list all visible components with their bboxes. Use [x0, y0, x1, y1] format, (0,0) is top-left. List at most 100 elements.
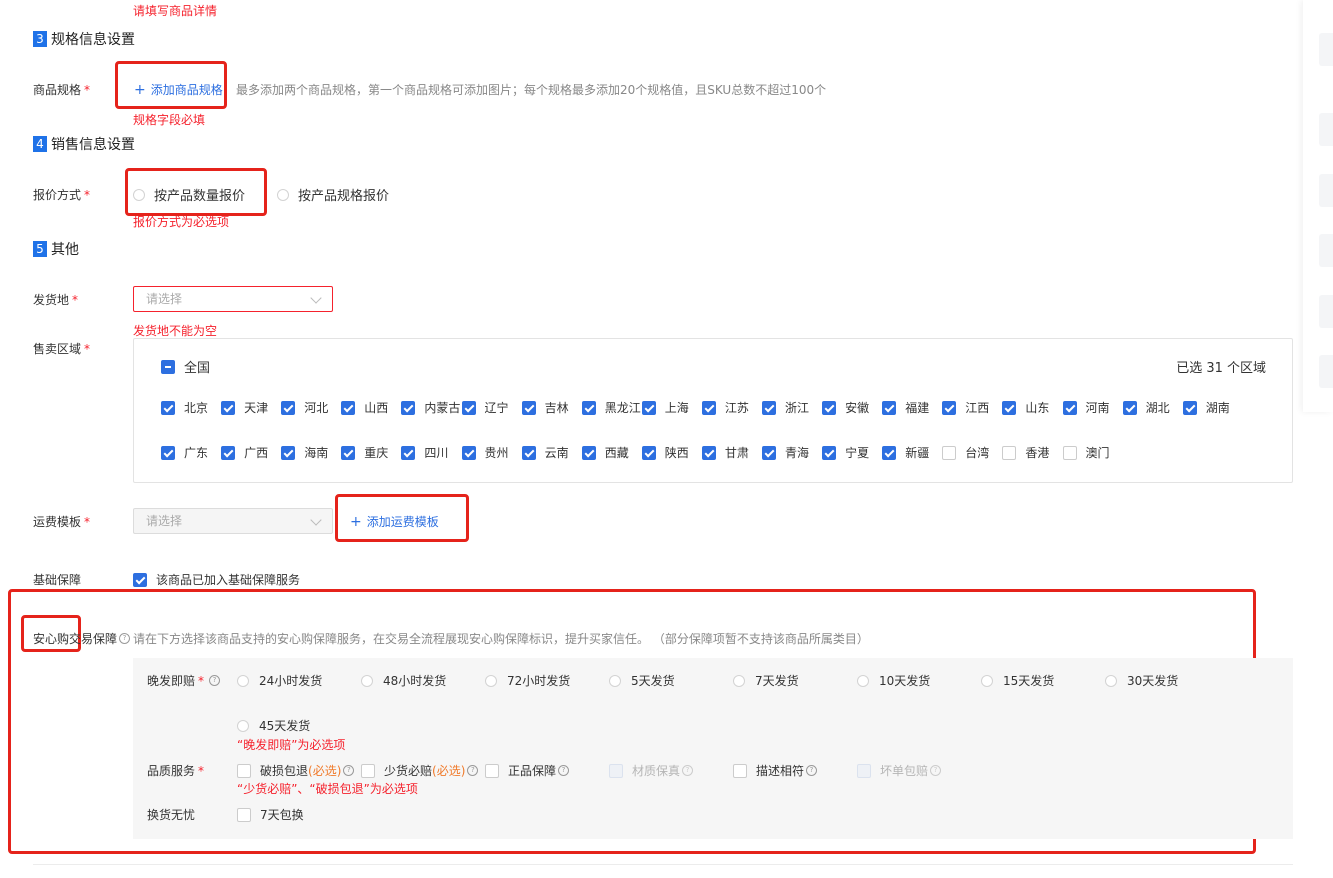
side-card — [1319, 113, 1333, 146]
region-label: 香港 — [1025, 446, 1050, 460]
region-checkbox[interactable]: 甘肃 — [701, 444, 749, 461]
region-checkbox[interactable]: 江苏 — [701, 399, 749, 416]
basic-guarantee-checkbox[interactable]: 该商品已加入基础保障服务 — [133, 571, 300, 588]
spec-error: 规格字段必填 — [133, 113, 206, 127]
radio-icon — [857, 674, 869, 687]
region-checkbox[interactable]: 四川 — [401, 444, 448, 461]
quality-option[interactable]: 破损包退 (必选)? — [237, 762, 355, 779]
region-checkbox[interactable]: 山东 — [1002, 399, 1049, 416]
question-icon[interactable]: ? — [119, 633, 131, 644]
region-label: 四川 — [424, 446, 449, 460]
quality-option[interactable]: 描述相符? — [733, 762, 818, 779]
region-label: 吉林 — [544, 401, 569, 415]
quality-option: 材质保真? — [609, 762, 694, 779]
region-checkbox[interactable]: 澳门 — [1062, 444, 1110, 461]
checkbox-checked-icon — [581, 400, 596, 415]
required-suffix: (必选) — [308, 764, 342, 778]
region-label: 天津 — [244, 401, 269, 415]
region-checkbox[interactable]: 福建 — [882, 399, 929, 416]
region-checkbox[interactable]: 黑龙江 — [581, 399, 641, 416]
quality-option[interactable]: 少货必赔 (必选)? — [361, 762, 479, 779]
basic-guarantee-label: 基础保障 — [33, 573, 82, 587]
late-ship-option[interactable]: 10天发货 — [857, 672, 930, 689]
region-checkbox[interactable]: 吉林 — [521, 399, 569, 416]
question-icon[interactable]: ? — [343, 765, 355, 776]
freight-select[interactable]: 请选择 — [133, 508, 333, 534]
quality-option-label: 破损包退 — [260, 764, 309, 778]
quality-error: “少货必赔”、“破损包退”为必选项 — [237, 782, 418, 796]
late-ship-option[interactable]: 45天发货 — [237, 717, 310, 734]
late-ship-option-label: 5天发货 — [631, 674, 675, 688]
late-ship-option[interactable]: 24小时发货 — [237, 672, 322, 689]
region-checkbox[interactable]: 贵州 — [461, 444, 509, 461]
region-checkbox[interactable]: 江西 — [942, 399, 989, 416]
chevron-down-icon — [310, 292, 322, 304]
late-ship-option[interactable]: 5天发货 — [609, 672, 675, 689]
region-checkbox[interactable]: 云南 — [521, 444, 569, 461]
section-other-title: 5 其他 — [33, 239, 79, 259]
question-icon[interactable]: ? — [558, 765, 570, 776]
region-checkbox[interactable]: 浙江 — [762, 399, 809, 416]
region-label: 甘肃 — [724, 446, 749, 460]
region-checkbox[interactable]: 内蒙古 — [401, 399, 460, 416]
region-checkbox[interactable]: 宁夏 — [822, 444, 869, 461]
select-all-label: 全国 — [184, 361, 211, 376]
late-ship-option[interactable]: 48小时发货 — [361, 672, 446, 689]
quality-option-label: 坏单包赔 — [880, 764, 929, 778]
region-checkbox[interactable]: 新疆 — [882, 444, 929, 461]
region-checkbox[interactable]: 河北 — [281, 399, 328, 416]
question-icon[interactable]: ? — [682, 765, 694, 776]
region-checkbox[interactable]: 湖北 — [1122, 399, 1170, 416]
region-checkbox[interactable]: 香港 — [1002, 444, 1049, 461]
region-checkbox[interactable]: 西藏 — [581, 444, 629, 461]
region-checkbox[interactable]: 广东 — [161, 444, 208, 461]
checkbox-checked-icon — [942, 400, 957, 415]
required-mark: * — [84, 342, 91, 356]
region-checkbox[interactable]: 重庆 — [341, 444, 388, 461]
region-checkbox[interactable]: 湖南 — [1182, 399, 1230, 416]
section-title-text: 规格信息设置 — [51, 32, 135, 48]
side-card — [1319, 174, 1333, 207]
question-icon[interactable]: ? — [806, 765, 818, 776]
region-checkbox[interactable]: 山西 — [341, 399, 388, 416]
quality-option[interactable]: 正品保障? — [485, 762, 570, 779]
late-ship-option-label: 72小时发货 — [507, 674, 571, 688]
question-icon[interactable]: ? — [467, 765, 479, 776]
checkbox-checked-icon — [641, 445, 656, 460]
exchange-7day-option[interactable]: 7天包换 — [237, 806, 304, 823]
side-card — [1319, 355, 1333, 388]
checkbox-checked-icon — [1122, 400, 1137, 415]
region-checkbox[interactable]: 台湾 — [942, 444, 989, 461]
region-checkbox[interactable]: 北京 — [161, 399, 208, 416]
region-label: 福建 — [905, 401, 930, 415]
checkbox-checked-icon — [882, 445, 897, 460]
region-checkbox[interactable]: 上海 — [641, 399, 689, 416]
checkbox-icon — [361, 763, 375, 778]
region-checkbox[interactable]: 天津 — [221, 399, 268, 416]
region-checkbox[interactable]: 陕西 — [641, 444, 689, 461]
region-checkbox[interactable]: 河南 — [1062, 399, 1110, 416]
region-checkbox[interactable]: 辽宁 — [461, 399, 509, 416]
region-checkbox[interactable]: 安徽 — [822, 399, 869, 416]
late-ship-option[interactable]: 7天发货 — [733, 672, 799, 689]
side-card — [1319, 33, 1333, 66]
question-icon[interactable]: ? — [930, 765, 942, 776]
region-checkbox[interactable]: 海南 — [281, 444, 328, 461]
region-checkbox[interactable]: 青海 — [762, 444, 809, 461]
region-label: 澳门 — [1085, 446, 1110, 460]
question-icon[interactable]: ? — [209, 675, 221, 686]
checkbox-icon — [942, 445, 957, 460]
late-ship-option-label: 24小时发货 — [259, 674, 323, 688]
late-ship-option[interactable]: 15天发货 — [981, 672, 1054, 689]
late-ship-option[interactable]: 30天发货 — [1105, 672, 1178, 689]
select-all-regions[interactable]: 全国 — [161, 357, 210, 376]
region-checkbox[interactable]: 广西 — [221, 444, 268, 461]
ship-from-select[interactable]: 请选择 — [133, 286, 333, 312]
late-ship-option[interactable]: 72小时发货 — [485, 672, 570, 689]
checkbox-icon — [1002, 445, 1017, 460]
pricing-option-spec[interactable]: 按产品规格报价 — [277, 185, 389, 204]
side-card — [1319, 295, 1333, 328]
region-label: 上海 — [664, 401, 689, 415]
section-number: 3 — [33, 31, 47, 47]
required-mark: * — [198, 673, 205, 688]
